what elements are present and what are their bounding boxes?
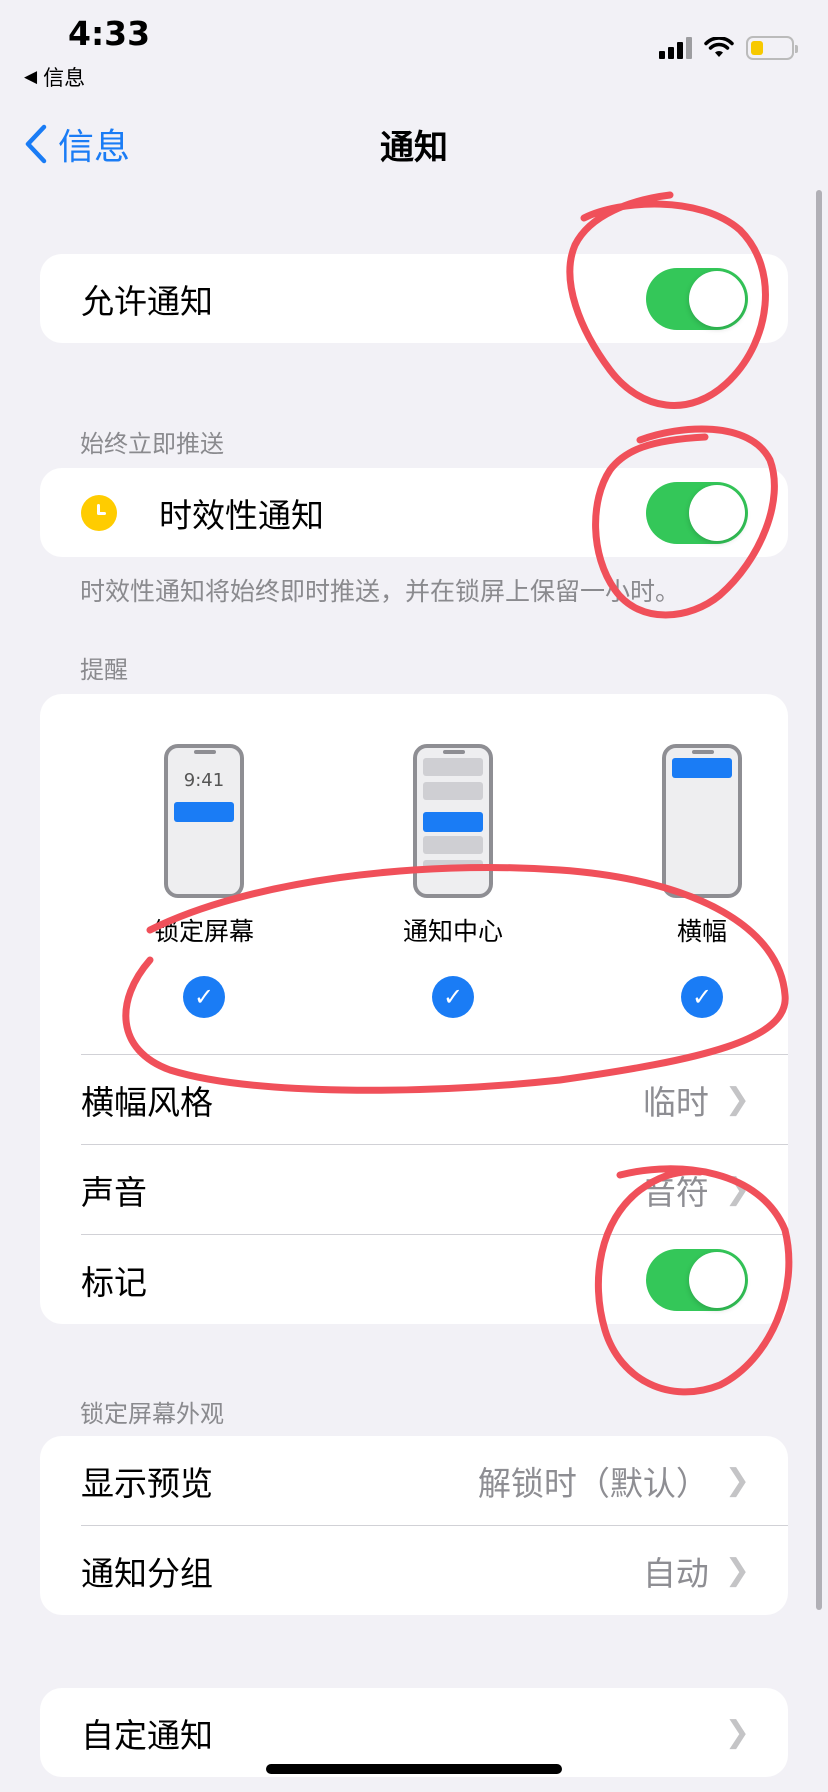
chevron-right-icon: ❯	[724, 1082, 750, 1117]
chevron-right-icon: ❯	[724, 1463, 750, 1498]
alerts-section-header: 提醒	[80, 656, 128, 684]
back-triangle-icon: ◀	[24, 67, 38, 87]
lock-screen-preview-time: 9:41	[183, 770, 225, 791]
grouping-row[interactable]: 通知分组 自动 ❯	[40, 1526, 788, 1615]
clock-icon	[81, 494, 117, 531]
scrollbar[interactable]	[816, 190, 822, 1610]
lock-screen-preview-icon: 9:41	[164, 744, 244, 898]
home-indicator	[266, 1764, 562, 1774]
cellular-signal-icon	[659, 37, 692, 59]
alert-style-label: 锁定屏幕	[153, 917, 254, 946]
badges-toggle[interactable]	[646, 1248, 748, 1311]
alert-styles: 9:41 锁定屏幕 ✓ 通知中心 ✓ 横幅 ✓	[40, 694, 788, 1054]
banner-style-row[interactable]: 横幅风格 临时 ❯	[40, 1055, 788, 1144]
page-title: 通知	[380, 128, 448, 168]
time-sensitive-toggle[interactable]	[646, 481, 748, 544]
allow-notifications-card: 允许通知	[40, 254, 788, 343]
chevron-right-icon: ❯	[724, 1553, 750, 1588]
show-previews-row[interactable]: 显示预览 解锁时（默认） ❯	[40, 1436, 788, 1525]
time-sensitive-footer: 时效性通知将始终即时推送，并在锁屏上保留一小时。	[80, 577, 681, 606]
lock-screen-section-header: 锁定屏幕外观	[80, 1400, 224, 1428]
sounds-label: 声音	[81, 1172, 147, 1212]
alert-style-lock-screen[interactable]: 9:41 锁定屏幕 ✓	[114, 744, 294, 1018]
sounds-row[interactable]: 声音 音符 ❯	[40, 1145, 788, 1234]
checkmark-icon[interactable]: ✓	[183, 976, 225, 1018]
badges-label: 标记	[81, 1262, 147, 1302]
banner-preview-icon	[662, 744, 742, 898]
badges-row: 标记	[40, 1235, 788, 1324]
allow-notifications-toggle[interactable]	[646, 267, 748, 330]
notification-center-preview-icon	[413, 744, 493, 898]
custom-notifications-label: 自定通知	[81, 1715, 213, 1755]
show-previews-label: 显示预览	[81, 1463, 213, 1503]
alerts-card: 9:41 锁定屏幕 ✓ 通知中心 ✓ 横幅 ✓ 横幅风格 临时 ❯ 声音 音符 …	[40, 694, 788, 1324]
lock-screen-card: 显示预览 解锁时（默认） ❯ 通知分组 自动 ❯	[40, 1436, 788, 1615]
status-icons	[659, 36, 798, 60]
chevron-right-icon: ❯	[724, 1172, 750, 1207]
alert-style-label: 通知中心	[402, 917, 503, 946]
battery-icon	[746, 36, 798, 60]
checkmark-icon[interactable]: ✓	[432, 976, 474, 1018]
show-previews-value: 解锁时（默认）	[477, 1463, 709, 1503]
alert-style-notification-center[interactable]: 通知中心 ✓	[363, 744, 543, 1018]
time-sensitive-card: 时效性通知	[40, 468, 788, 557]
grouping-value: 自动	[642, 1553, 709, 1593]
allow-notifications-label: 允许通知	[81, 281, 213, 321]
chevron-right-icon: ❯	[724, 1715, 750, 1750]
sounds-value: 音符	[642, 1172, 709, 1212]
grouping-label: 通知分组	[81, 1553, 213, 1593]
status-back-to-app[interactable]: ◀ 信息	[24, 62, 85, 92]
checkmark-icon[interactable]: ✓	[681, 976, 723, 1018]
time-sensitive-row: 时效性通知	[40, 468, 788, 557]
alert-style-banner[interactable]: 横幅 ✓	[612, 744, 788, 1018]
banner-style-label: 横幅风格	[81, 1082, 213, 1122]
alert-style-label: 横幅	[676, 917, 727, 946]
allow-notifications-row: 允许通知	[40, 254, 788, 343]
time-sensitive-label: 时效性通知	[159, 495, 324, 535]
status-time: 4:33	[68, 14, 151, 53]
status-back-label: 信息	[43, 66, 86, 90]
banner-style-value: 临时	[642, 1082, 709, 1122]
wifi-icon	[704, 37, 734, 57]
immediate-section-header: 始终立即推送	[80, 430, 224, 458]
